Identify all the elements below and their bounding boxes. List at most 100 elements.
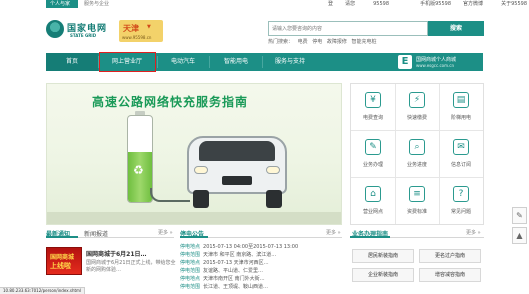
guide-button[interactable]: 居民新装指南 bbox=[352, 249, 414, 263]
service-label: 资费标准 bbox=[406, 209, 427, 215]
news-headline[interactable]: 国网商城于6月21日… bbox=[86, 249, 147, 258]
hot-search-item[interactable]: 智能充电桩 bbox=[351, 39, 376, 45]
service-faq[interactable]: ? 常见问题 bbox=[439, 178, 483, 225]
hot-search-item[interactable]: 停电 bbox=[312, 39, 322, 45]
service-label: 信息订阅 bbox=[450, 162, 471, 168]
car-headlight bbox=[266, 166, 280, 174]
section-accent bbox=[350, 236, 390, 238]
nav-electric-vehicle[interactable]: 电动汽车 bbox=[158, 53, 208, 71]
notice-tag: 停电范围 bbox=[180, 268, 201, 274]
service-tariffs[interactable]: ≡ 资费标准 bbox=[395, 178, 439, 225]
notice-row[interactable]: 停电地点 2015-07-13 04:00至2015-07-13 13:00 bbox=[180, 243, 298, 250]
search-box[interactable] bbox=[268, 21, 428, 36]
highlight-box bbox=[99, 52, 156, 72]
city-url: www.95598.cn bbox=[122, 35, 152, 40]
car-grille bbox=[222, 176, 252, 185]
notice-text: 2015-07-13 天津市河西区… bbox=[203, 260, 269, 266]
notice-tag: 停电范围 bbox=[180, 284, 201, 290]
notice-tag: 停电地点 bbox=[180, 244, 201, 250]
mall-url: www.esgcc.com.cn bbox=[416, 63, 455, 68]
service-label: 业务办理 bbox=[362, 162, 383, 168]
hot-search-item[interactable]: 故障报修 bbox=[327, 39, 347, 45]
nav-service-support[interactable]: 服务与支持 bbox=[263, 53, 317, 71]
state-grid-logo-icon[interactable] bbox=[46, 20, 64, 38]
notice-tag: 停电地点 bbox=[180, 276, 201, 282]
section-accent bbox=[46, 236, 78, 238]
service-quick-pay[interactable]: ⚡ 快速缴费 bbox=[395, 84, 439, 131]
service-progress[interactable]: ⌕ 业务进度 bbox=[395, 131, 439, 178]
tier-icon: ▤ bbox=[453, 92, 469, 108]
service-subscribe[interactable]: ✉ 信息订阅 bbox=[439, 131, 483, 178]
hot-search: 热门搜索： 电费 停电 故障报修 智能充电桩 bbox=[268, 38, 379, 45]
guide-button[interactable]: 增容减容指南 bbox=[419, 268, 481, 282]
news-more-link[interactable]: 更多 » bbox=[158, 229, 173, 236]
car-headlight bbox=[194, 166, 208, 174]
car-wheel bbox=[266, 190, 282, 208]
business-more-link[interactable]: 更多 » bbox=[466, 229, 481, 236]
back-to-top-icon[interactable]: ▲ bbox=[512, 227, 527, 244]
tab-business[interactable]: 服务与企业 bbox=[80, 0, 114, 8]
service-label: 阶梯用电 bbox=[450, 115, 471, 121]
nav-smart-power[interactable]: 智能用电 bbox=[210, 53, 262, 71]
hotline-link[interactable]: 95598 bbox=[373, 0, 389, 8]
notice-row[interactable]: 停电范围 天津市 和平区 南京路、滨江道… bbox=[180, 251, 276, 258]
recycle-icon: ♻ bbox=[133, 163, 144, 177]
chevron-down-icon[interactable]: ▼ bbox=[147, 24, 151, 30]
notice-row[interactable]: 停电地点 天津市南开区 南门外大街… bbox=[180, 275, 265, 282]
search-button[interactable]: 搜索 bbox=[428, 21, 484, 36]
notice-row[interactable]: 停电范围 友谊路、平山道、仁爱里… bbox=[180, 267, 263, 274]
service-bill-query[interactable]: ¥ 电费查询 bbox=[351, 84, 395, 131]
hot-search-label: 热门搜索： bbox=[268, 39, 294, 45]
banner-road bbox=[47, 212, 341, 224]
notice-text: 2015-07-13 04:00至2015-07-13 13:00 bbox=[203, 244, 299, 250]
tab-personal[interactable]: 个人与家庭 bbox=[46, 0, 78, 15]
login-link[interactable]: 登 bbox=[328, 0, 333, 8]
edit-icon[interactable]: ✎ bbox=[512, 207, 527, 224]
news-summary: 国网商城于6月21日正式上线，带给您全新的网购体验… bbox=[86, 260, 176, 273]
section-accent bbox=[180, 236, 208, 238]
search-icon: ⌕ bbox=[409, 139, 425, 155]
banner-title: 高速公路网络快充服务指南 bbox=[92, 95, 249, 109]
thumbnail-text: 国网商城 bbox=[50, 254, 75, 261]
mall-logo-icon[interactable]: E bbox=[398, 55, 412, 69]
news-thumbnail[interactable]: 国网商城 上线啦 bbox=[46, 247, 82, 275]
register-link[interactable]: 请您 bbox=[345, 0, 355, 8]
city-name[interactable]: 天津 bbox=[123, 23, 139, 34]
charging-cable bbox=[150, 188, 190, 202]
location-icon: ⌂ bbox=[365, 186, 381, 202]
service-label: 快速缴费 bbox=[406, 115, 427, 121]
hot-search-item[interactable]: 电费 bbox=[298, 39, 308, 45]
service-label: 营业网点 bbox=[362, 209, 383, 215]
question-icon: ? bbox=[453, 186, 469, 202]
battery-fill bbox=[128, 152, 152, 202]
service-outlets[interactable]: ⌂ 营业网点 bbox=[351, 178, 395, 225]
nav-home[interactable]: 首页 bbox=[46, 53, 98, 71]
payment-icon: ⚡ bbox=[409, 92, 425, 108]
notice-text: 长江道、王顶堤、鞍山西道… bbox=[203, 284, 269, 290]
logo-subtitle: STATE GRID bbox=[70, 33, 97, 38]
car-wheel bbox=[193, 190, 209, 208]
service-label: 业务进度 bbox=[406, 162, 427, 168]
notice-row[interactable]: 停电范围 长江道、王顶堤、鞍山西道… bbox=[180, 283, 268, 290]
notice-row[interactable]: 停电地点 2015-07-13 天津市河西区… bbox=[180, 259, 269, 266]
service-label: 常见问题 bbox=[450, 209, 471, 215]
service-tiered-power[interactable]: ▤ 阶梯用电 bbox=[439, 84, 483, 131]
about-link[interactable]: 关于95598 bbox=[501, 0, 527, 8]
guide-button[interactable]: 企业新装指南 bbox=[352, 268, 414, 282]
mail-icon: ✉ bbox=[453, 139, 469, 155]
guide-button[interactable]: 更名过户指南 bbox=[419, 249, 481, 263]
search-input[interactable] bbox=[269, 22, 427, 35]
status-bar-url: 10.80.233.63:7012/person/index.shtml bbox=[0, 287, 86, 294]
car-window bbox=[199, 141, 275, 161]
mobile-link[interactable]: 手机版95598 bbox=[420, 0, 451, 8]
edit-icon: ✎ bbox=[365, 139, 381, 155]
notice-tag: 停电范围 bbox=[180, 252, 201, 258]
mall-title[interactable]: 国网商城个人商城 bbox=[416, 56, 456, 63]
weibo-link[interactable]: 官方微博 bbox=[463, 0, 483, 8]
notice-text: 友谊路、平山道、仁爱里… bbox=[203, 268, 264, 274]
notice-more-link[interactable]: 更多 » bbox=[326, 229, 341, 236]
service-label: 电费查询 bbox=[362, 115, 383, 121]
notice-tag: 停电地点 bbox=[180, 260, 201, 266]
notice-text: 天津市南开区 南门外大街… bbox=[203, 276, 265, 282]
service-business-apply[interactable]: ✎ 业务办理 bbox=[351, 131, 395, 178]
